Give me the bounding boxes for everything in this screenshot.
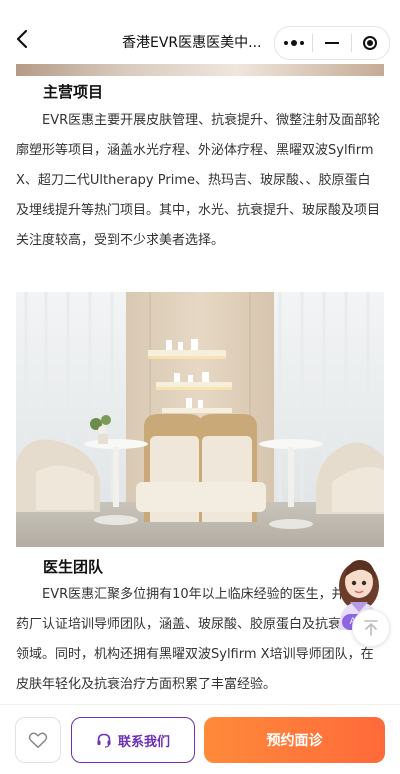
minimize-button[interactable] <box>313 27 350 59</box>
minimize-icon <box>324 41 339 45</box>
more-dots-icon <box>283 40 304 46</box>
previous-photo-fragment <box>16 64 384 76</box>
close-button[interactable] <box>352 27 389 59</box>
article-content[interactable]: 主营项目 EVR医惠主要开展皮肤管理、抗衰提升、微整注射及面部轮廓塑形等项目，涵… <box>0 64 400 704</box>
heart-icon <box>28 732 48 749</box>
book-consultation-label: 预约面诊 <box>266 733 323 749</box>
close-target-icon <box>363 36 378 50</box>
contact-us-button[interactable]: 联系我们 <box>71 717 195 763</box>
book-consultation-button[interactable]: 预约面诊 <box>204 717 385 763</box>
section-text-services: EVR医惠主要开展皮肤管理、抗衰提升、微整注射及面部轮廓塑形等项目，涵盖水光疗程… <box>16 113 381 248</box>
section-heading-doctors: 医生团队 <box>43 558 104 576</box>
top-navigation-bar: 香港EVR医惠医美中... <box>0 0 400 64</box>
contact-us-label: 联系我们 <box>117 734 170 750</box>
favorite-button[interactable] <box>15 717 61 763</box>
scroll-to-top-button[interactable] <box>352 609 390 647</box>
section-text-doctors: EVR医惠汇聚多位拥有10年以上临床经验的医生，并拥有药厂认证培训导师团队，涵盖… <box>16 587 381 692</box>
arrow-up-icon <box>364 620 378 636</box>
section-heading-services: 主营项目 <box>43 83 104 101</box>
bottom-action-bar: 联系我们 预约面诊 <box>0 704 400 774</box>
back-arrow-icon <box>16 29 28 49</box>
more-button[interactable] <box>275 27 312 59</box>
back-button[interactable] <box>12 28 34 50</box>
clinic-interior-photo <box>16 292 384 547</box>
page-title: 香港EVR医惠医美中... <box>122 35 262 51</box>
mini-program-capsule <box>274 26 390 60</box>
headset-icon <box>97 733 111 748</box>
